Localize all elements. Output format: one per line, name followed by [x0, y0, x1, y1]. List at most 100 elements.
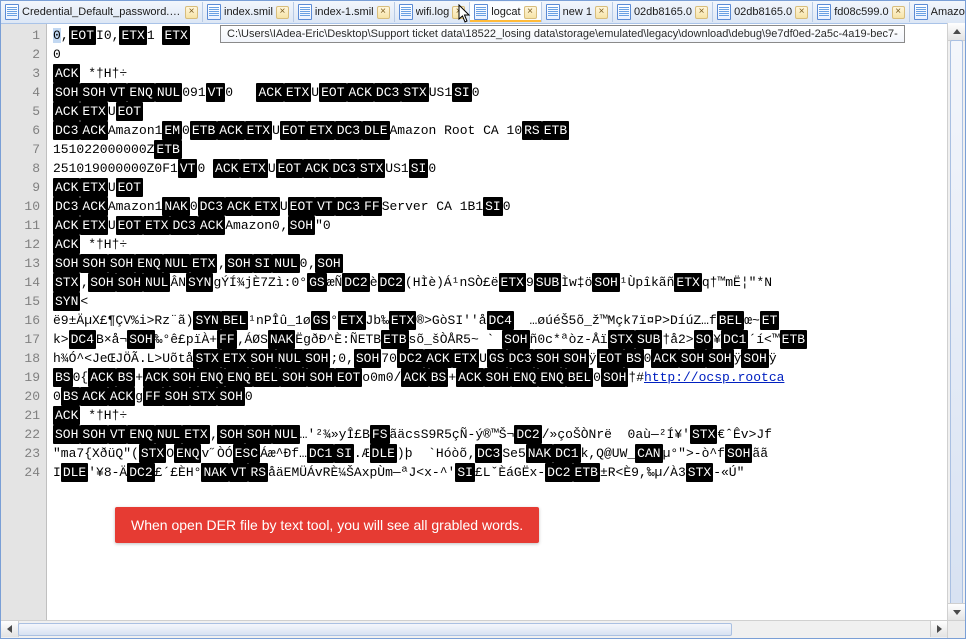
control-char-token: ETX [674, 273, 701, 292]
text-run: 0 [53, 389, 61, 404]
close-tab-icon[interactable]: × [452, 6, 465, 19]
close-tab-icon[interactable]: × [595, 6, 608, 19]
control-char-token: SOH [706, 349, 733, 368]
code-line: SOHSOHVTENQNUL091VT0 ACKETXUEOTACKDC3STX… [53, 83, 963, 102]
control-char-token: DC3 [53, 121, 80, 140]
code-line: ACKETXUEOT [53, 178, 963, 197]
control-char-token: GS [307, 273, 327, 292]
text-run: U [311, 85, 319, 100]
control-char-token: DC2 [378, 273, 405, 292]
control-char-token: ETX [240, 159, 267, 178]
hyperlink[interactable]: http://ocsp.rootca [644, 370, 784, 385]
document-tab[interactable]: fd08c599.0× [813, 2, 909, 22]
document-icon [474, 4, 488, 20]
control-char-token: ETB [190, 121, 217, 140]
control-char-token: SOH [217, 387, 244, 406]
control-char-token: VT [108, 83, 128, 102]
text-run: gÝÍ¾jÈ7Zì:0° [213, 275, 307, 290]
document-tab[interactable]: 02db8165.0× [613, 2, 713, 22]
control-char-token: NUL [163, 254, 190, 273]
close-tab-icon[interactable]: × [795, 6, 808, 19]
control-char-token: STX [690, 425, 717, 444]
code-line: ë9±ÄµX£¶ÇV%i>Rz¨ã)SYNBEL¹nPÎû_1øGS°ETXJb… [53, 311, 963, 330]
code-line: BS0{ACKBS+ACKSOHENQENQBELSOHSOHEOTo0m0/A… [53, 368, 963, 387]
text-run: (HÌè)Á¹nSÒ£ë [405, 275, 499, 290]
text-run: , [61, 28, 69, 43]
close-tab-icon[interactable]: × [185, 6, 198, 19]
control-char-token: ACK [213, 159, 240, 178]
text-run: †# [628, 370, 644, 385]
vertical-scrollbar[interactable] [947, 23, 965, 621]
scroll-up-button[interactable] [948, 23, 965, 41]
control-char-token: ETX [182, 425, 209, 444]
horizontal-scrollbar[interactable] [1, 620, 948, 638]
control-char-token: ETX [284, 83, 311, 102]
text-run: æÑ [327, 275, 343, 290]
close-tab-icon[interactable]: × [695, 6, 708, 19]
control-char-token: DC3 [335, 197, 362, 216]
control-char-token: ETX [338, 311, 365, 330]
control-char-token: ACK [401, 368, 428, 387]
text-run: Jb‰ [366, 313, 389, 328]
scroll-right-button[interactable] [930, 621, 948, 637]
control-char-token: NAK [268, 330, 295, 349]
close-tab-icon[interactable]: × [377, 6, 390, 19]
control-char-token: GS [487, 349, 507, 368]
line-number: 8 [1, 159, 46, 178]
text-run: "0 [315, 218, 331, 233]
text-run: US1 [429, 85, 452, 100]
text-run: ãäcsS9R5çÑ-ý®™Š¬ [390, 427, 515, 442]
code-view[interactable]: 0,EOTI0,ETX1 ETX0ACK *†H†÷SOHSOHVTENQNUL… [47, 24, 965, 639]
text-run: ‚ÁØS [237, 332, 268, 347]
close-tab-icon[interactable]: × [892, 6, 905, 19]
text-run: 1 [147, 28, 163, 43]
document-tab[interactable]: Credential_Default_password.html× [1, 2, 203, 22]
text-run: *†H†÷ [80, 66, 127, 81]
text-run: + [448, 370, 456, 385]
control-char-token: STX [139, 444, 166, 463]
tab-label: Credential_Default_password.html [22, 6, 182, 18]
control-char-token: DC2 [342, 273, 369, 292]
text-run: 0{ [73, 370, 89, 385]
code-line: ACK *†H†÷ [53, 64, 963, 83]
close-tab-icon[interactable]: × [524, 6, 537, 19]
text-run: U [272, 123, 280, 138]
control-char-token: SOH [315, 254, 342, 273]
vscroll-thumb[interactable] [950, 40, 963, 606]
document-tab[interactable]: index-1.smil× [294, 2, 395, 22]
hscroll-track[interactable] [18, 623, 931, 636]
hscroll-thumb[interactable] [18, 623, 732, 636]
control-char-token: SI [253, 254, 273, 273]
text-run: Se5 [502, 446, 525, 461]
control-char-token: ACK [256, 83, 283, 102]
control-char-token: RS [248, 463, 268, 482]
control-char-token: ACK [225, 197, 252, 216]
scroll-left-button[interactable] [1, 621, 19, 637]
document-tab[interactable]: new 1× [542, 2, 613, 22]
document-tab[interactable]: logcat × [470, 2, 541, 22]
control-char-token: SOH [53, 425, 80, 444]
document-tab[interactable]: wifi.log× [395, 2, 471, 22]
control-char-token: STX [190, 387, 217, 406]
text-run: *†H†÷ [80, 237, 127, 252]
close-tab-icon[interactable]: × [276, 6, 289, 19]
document-icon [914, 4, 928, 20]
control-char-token: BEL [566, 368, 593, 387]
line-number: 6 [1, 121, 46, 140]
control-char-token: SOH [484, 368, 511, 387]
document-tab[interactable]: Amazo× [910, 2, 965, 22]
document-tab[interactable]: index.smil× [203, 2, 294, 22]
document-icon [5, 4, 19, 20]
vscroll-track[interactable] [948, 40, 965, 604]
text-run: U [108, 180, 116, 195]
document-tab[interactable]: 02db8165.0× [713, 2, 813, 22]
control-char-token: EOT [597, 349, 624, 368]
text-run: ‚ [217, 256, 225, 271]
tab-label: logcat [491, 6, 520, 18]
scroll-down-button[interactable] [948, 603, 965, 621]
control-char-token: ENQ [135, 254, 162, 273]
document-icon [207, 4, 221, 20]
control-char-token: EOT [288, 197, 315, 216]
line-number: 17 [1, 330, 46, 349]
control-char-token: ETX [80, 216, 107, 235]
